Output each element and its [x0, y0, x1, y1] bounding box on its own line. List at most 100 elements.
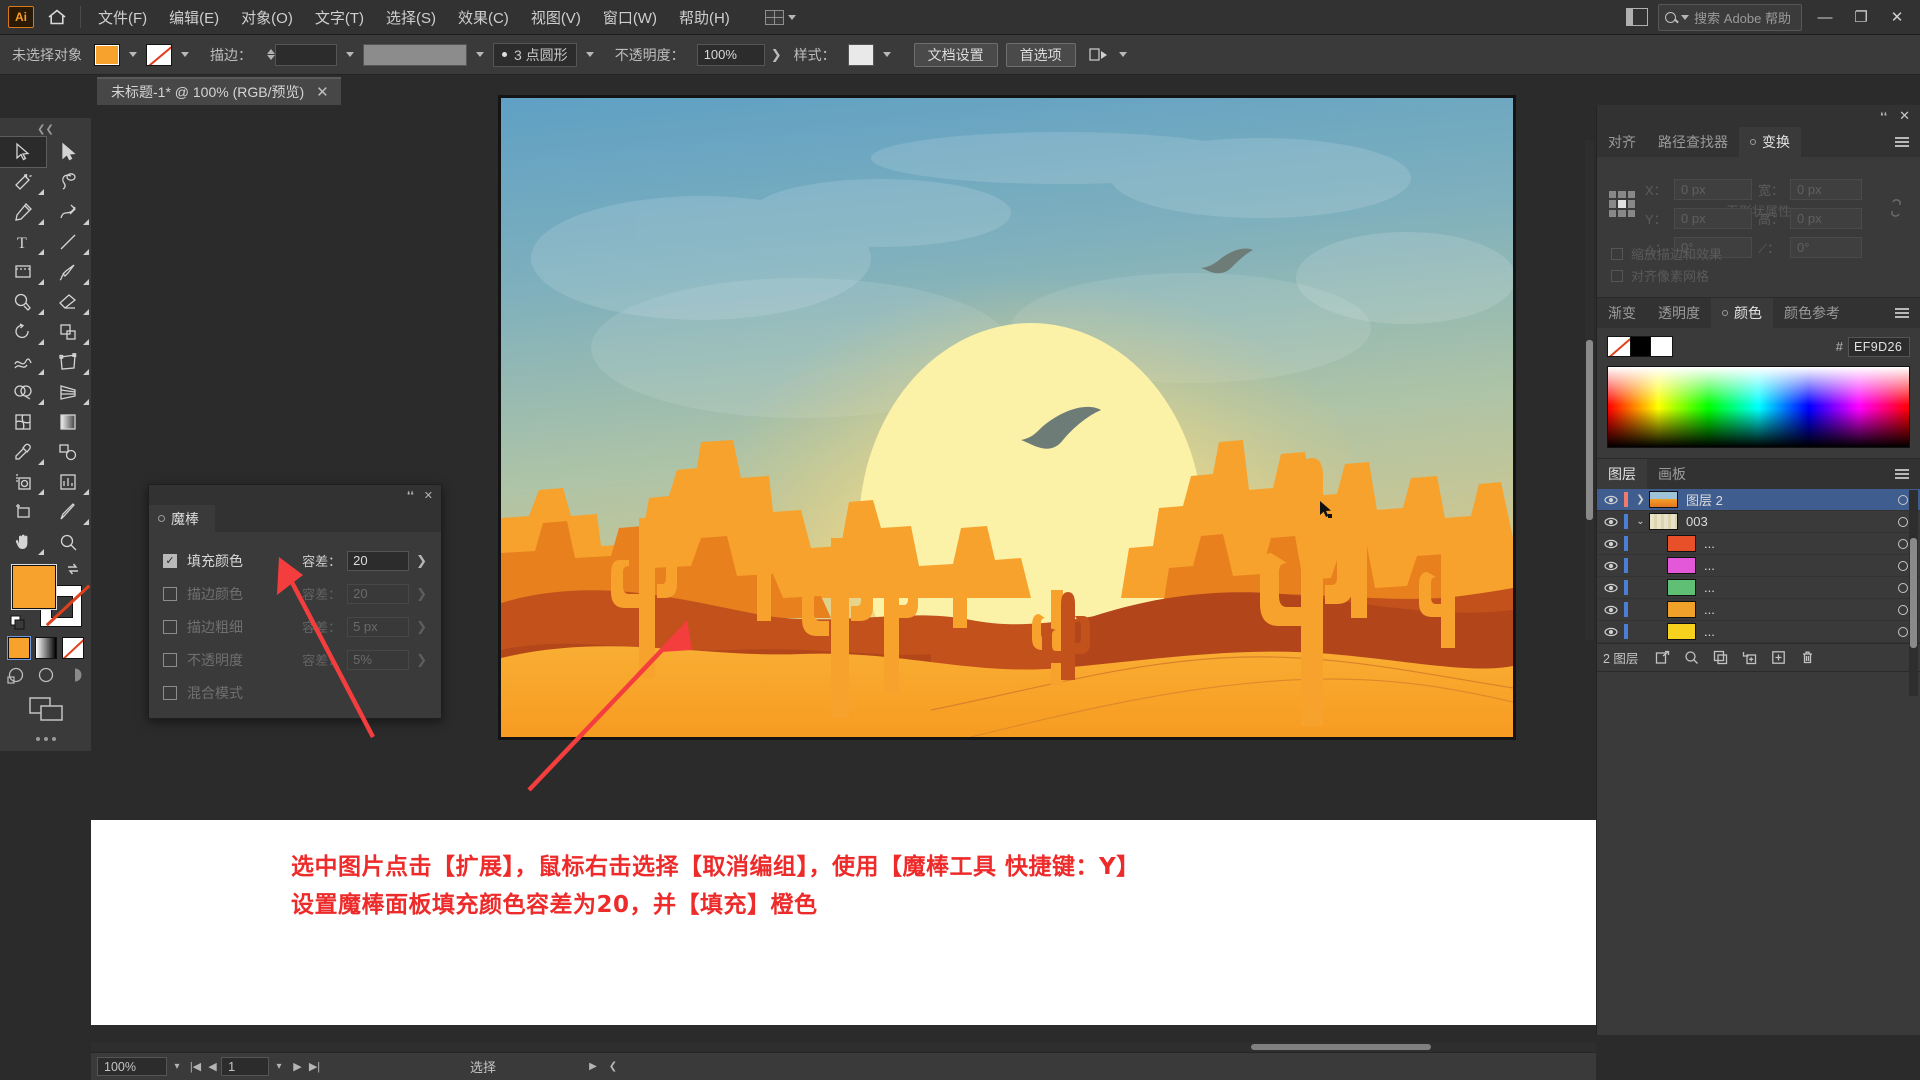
color-fill-button[interactable]: [6, 636, 31, 660]
close-icon[interactable]: ✕: [1899, 108, 1910, 124]
tab-transparency[interactable]: 透明度: [1647, 298, 1711, 328]
tab-artboards[interactable]: 画板: [1647, 459, 1697, 489]
align-icon[interactable]: [1088, 46, 1110, 64]
tab-gradient[interactable]: 渐变: [1597, 298, 1647, 328]
menu-help[interactable]: 帮助(H): [668, 2, 741, 33]
chevron-down-icon[interactable]: ▾: [167, 1061, 187, 1072]
shape-builder-tool[interactable]: [0, 377, 46, 407]
edit-toolbar-button[interactable]: [0, 737, 91, 741]
panel-menu-icon[interactable]: [1884, 298, 1920, 328]
layer-row-003[interactable]: ⌄ 003: [1597, 511, 1920, 533]
magic-wand-tool[interactable]: [0, 167, 46, 197]
prev-artboard-button[interactable]: ◀: [204, 1060, 221, 1073]
rectangle-tool[interactable]: [0, 257, 46, 287]
close-icon[interactable]: ✕: [424, 489, 433, 502]
last-artboard-button[interactable]: ▶|: [306, 1060, 323, 1073]
disclosure-right-icon[interactable]: ❯: [1632, 494, 1649, 505]
fill-color-checkbox[interactable]: ✓: [163, 553, 177, 568]
opacity-options-icon[interactable]: ❯: [771, 47, 782, 63]
disclosure-down-icon[interactable]: ⌄: [1632, 516, 1649, 527]
stroke-profile-dropdown[interactable]: 3 点圆形: [493, 42, 577, 67]
visibility-eye-icon[interactable]: [1597, 627, 1624, 637]
gradient-tool[interactable]: [46, 407, 92, 437]
white-color-swatch[interactable]: [1651, 336, 1673, 357]
blend-mode-checkbox[interactable]: [163, 685, 177, 700]
search-icon[interactable]: [1678, 647, 1704, 669]
collapse-icon[interactable]: ❛❛: [407, 489, 414, 502]
draw-inside-icon[interactable]: [64, 665, 86, 685]
magic-wand-row-opacity[interactable]: 不透明度 容差： 5% ❯: [163, 643, 427, 676]
color-spectrum-ramp[interactable]: [1607, 366, 1910, 448]
paintbrush-tool[interactable]: [46, 257, 92, 287]
layer-row-item-5[interactable]: ...: [1597, 621, 1920, 643]
fill-tolerance-stepper-icon[interactable]: ❯: [416, 553, 427, 569]
layer-row-item-4[interactable]: ...: [1597, 599, 1920, 621]
hand-tool[interactable]: [0, 527, 46, 557]
tab-layers[interactable]: 图层: [1597, 459, 1647, 489]
document-setup-button[interactable]: 文档设置: [913, 42, 998, 67]
menu-file[interactable]: 文件(F): [87, 2, 158, 33]
selection-tool[interactable]: [0, 136, 47, 168]
artboard-number-input[interactable]: 1: [221, 1057, 269, 1076]
window-restore-button[interactable]: ❐: [1848, 4, 1874, 30]
window-close-button[interactable]: ✕: [1884, 4, 1910, 30]
chevron-down-icon[interactable]: [129, 52, 137, 57]
zoom-level-input[interactable]: 100%: [97, 1057, 167, 1076]
layer-row-item-1[interactable]: ...: [1597, 533, 1920, 555]
stroke-color-checkbox[interactable]: [163, 586, 177, 601]
tab-magic-wand[interactable]: 魔棒: [149, 505, 215, 532]
status-menu-icon[interactable]: ▶: [583, 1061, 603, 1072]
opacity-input[interactable]: 100%: [696, 43, 765, 66]
slice-tool[interactable]: [46, 497, 92, 527]
artboard-artwork[interactable]: [498, 95, 1516, 740]
stroke-weight-stepper[interactable]: [267, 49, 275, 60]
free-transform-tool[interactable]: [46, 347, 92, 377]
scale-tool[interactable]: [46, 317, 92, 347]
tab-transform[interactable]: 变换: [1739, 127, 1801, 157]
visibility-eye-icon[interactable]: [1597, 495, 1624, 505]
magic-wand-panel[interactable]: ❛❛ ✕ 魔棒 ✓ 填充颜色 容差： 20 ❯ 描边颜色 容差： 20 ❯ 描边…: [148, 484, 442, 719]
type-tool[interactable]: T: [0, 227, 46, 257]
width-input[interactable]: 0 px: [1790, 179, 1863, 200]
symbol-sprayer-tool[interactable]: [0, 467, 46, 497]
scale-strokes-row[interactable]: 缩放描边和效果: [1611, 244, 1722, 263]
fill-color-swatch[interactable]: [94, 43, 120, 66]
black-color-swatch[interactable]: [1631, 336, 1651, 357]
document-tab[interactable]: 未标题-1* @ 100% (RGB/预览) ✕: [97, 77, 341, 105]
tab-color[interactable]: 颜色: [1711, 298, 1773, 328]
layers-scrollbar[interactable]: [1909, 490, 1918, 696]
search-adobe-help[interactable]: 搜索 Adobe 帮助: [1658, 3, 1802, 31]
pen-tool[interactable]: [0, 197, 46, 227]
width-tool[interactable]: [0, 347, 46, 377]
fill-tolerance-input[interactable]: 20: [347, 550, 410, 571]
preferences-button[interactable]: 首选项: [1005, 42, 1076, 67]
align-pixel-checkbox[interactable]: [1611, 269, 1623, 282]
close-icon[interactable]: ✕: [316, 85, 329, 100]
zoom-tool[interactable]: [46, 527, 92, 557]
magic-wand-row-fill-color[interactable]: ✓ 填充颜色 容差： 20 ❯: [163, 544, 427, 577]
menu-select[interactable]: 选择(S): [375, 2, 447, 33]
graphic-style-swatch[interactable]: [847, 43, 874, 66]
reference-point-selector[interactable]: [1609, 191, 1635, 217]
delete-selection-icon[interactable]: [1794, 647, 1820, 669]
chevron-down-icon[interactable]: [476, 52, 484, 57]
draw-normal-icon[interactable]: [6, 665, 28, 685]
workspace-switcher[interactable]: [759, 7, 802, 28]
layer-row-item-3[interactable]: ...: [1597, 577, 1920, 599]
mesh-tool[interactable]: [0, 407, 46, 437]
locate-object-icon[interactable]: [1649, 647, 1675, 669]
tab-pathfinder[interactable]: 路径查找器: [1647, 127, 1739, 157]
stroke-weight-input[interactable]: [275, 43, 337, 66]
none-fill-button[interactable]: [61, 637, 84, 659]
swap-fill-stroke-icon[interactable]: [66, 562, 80, 576]
magic-wand-row-stroke-weight[interactable]: 描边粗细 容差： 5 px ❯: [163, 610, 427, 643]
magic-wand-row-blend-mode[interactable]: 混合模式: [163, 676, 427, 709]
layer-row-item-2[interactable]: ...: [1597, 555, 1920, 577]
make-clipping-mask-icon[interactable]: [1707, 647, 1733, 669]
chevron-down-icon[interactable]: [346, 52, 354, 57]
menu-effect[interactable]: 效果(C): [447, 2, 520, 33]
menu-edit[interactable]: 编辑(E): [158, 2, 230, 33]
collapse-icon[interactable]: ❛❛: [1880, 110, 1887, 123]
menu-type[interactable]: 文字(T): [304, 2, 375, 33]
chevron-down-icon[interactable]: [585, 52, 594, 57]
